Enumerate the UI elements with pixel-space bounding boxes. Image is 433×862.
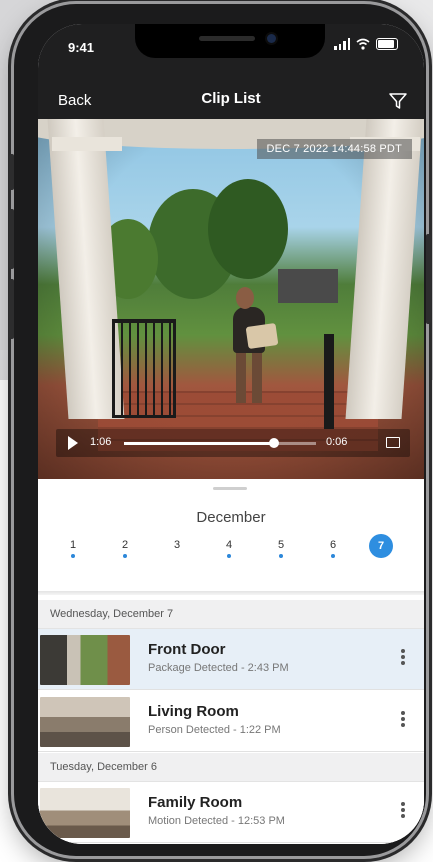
clip-row[interactable]: Front Door Package Detected - 2:43 PM	[38, 629, 424, 690]
filter-icon[interactable]	[388, 91, 408, 111]
clip-indicator-dot	[227, 554, 231, 558]
battery-icon	[376, 38, 398, 50]
day-number: 3	[173, 539, 181, 551]
divider	[38, 591, 424, 595]
phone-frame: 9:41 Back Clip List DEC 7 2022 14:44:58 …	[9, 4, 431, 856]
clip-subtitle: Motion Detected - 12:53 PM	[148, 815, 285, 827]
day-number: 4	[225, 539, 233, 551]
day-number: 6	[329, 539, 337, 551]
video-scene-person-legs	[236, 351, 262, 403]
clip-title: Family Room	[148, 794, 243, 811]
day-7[interactable]: 7	[366, 534, 396, 558]
clip-subtitle: Person Detected - 1:22 PM	[148, 724, 281, 736]
video-scene-pillar	[345, 119, 423, 419]
day-1[interactable]: 1	[58, 539, 88, 558]
clip-indicator-dot	[279, 554, 283, 558]
notch	[135, 24, 325, 58]
day-4[interactable]: 4	[214, 539, 244, 558]
page-title: Clip List	[201, 90, 261, 107]
day-2[interactable]: 2	[110, 539, 140, 558]
video-scene-pillar-cap	[52, 137, 122, 151]
day-number: 5	[277, 539, 285, 551]
playback-controls: 1:06 0:06	[56, 429, 410, 457]
clip-thumbnail[interactable]	[40, 697, 130, 747]
day-number: 7	[369, 534, 393, 558]
clip-subtitle: Package Detected - 2:43 PM	[148, 662, 289, 674]
signal-icon	[334, 38, 350, 50]
clip-row[interactable]: Living Room Person Detected - 1:22 PM	[38, 691, 424, 752]
clip-indicator-dot	[331, 554, 335, 558]
more-options-icon[interactable]	[400, 802, 406, 822]
video-timestamp: DEC 7 2022 14:44:58 PDT	[256, 139, 412, 159]
volume-up-button	[9, 209, 14, 269]
scrubber-progress	[124, 442, 274, 445]
more-options-icon[interactable]	[400, 649, 406, 669]
day-6[interactable]: 6	[318, 539, 348, 558]
status-icons	[334, 38, 398, 50]
current-time: 1:06	[90, 436, 112, 448]
day-3[interactable]: 3	[162, 539, 192, 551]
video-scene-railing-post	[324, 334, 334, 429]
volume-down-button	[9, 279, 14, 339]
video-scene-tree	[208, 179, 288, 279]
scrubber-track[interactable]	[124, 438, 316, 448]
clip-indicator-dot	[71, 554, 75, 558]
clip-sheet: December 1234567 Wednesday, December 7 Fr…	[38, 479, 424, 844]
month-label: December	[196, 509, 266, 526]
day-number: 2	[121, 539, 129, 551]
cast-icon[interactable]	[386, 437, 400, 448]
video-scene-person-head	[236, 287, 254, 309]
end-time: 0:06	[326, 436, 348, 448]
phone-screen: 9:41 Back Clip List DEC 7 2022 14:44:58 …	[38, 24, 424, 844]
date-section-header: Wednesday, December 7	[38, 600, 424, 629]
video-scene-package	[245, 323, 279, 349]
video-player[interactable]: DEC 7 2022 14:44:58 PDT 1:06 0:06	[38, 119, 424, 479]
wifi-icon	[356, 38, 370, 50]
mute-switch	[9, 154, 14, 190]
clip-row[interactable]: Family Room Motion Detected - 12:53 PM	[38, 782, 424, 843]
date-section-header: Tuesday, December 6	[38, 753, 424, 782]
day-number: 1	[69, 539, 77, 551]
power-button	[426, 234, 431, 324]
status-time: 9:41	[68, 40, 95, 55]
top-bar: 9:41 Back Clip List	[38, 24, 424, 119]
video-scene-railing	[112, 319, 176, 418]
more-options-icon[interactable]	[400, 711, 406, 731]
drag-handle[interactable]	[213, 487, 247, 490]
clip-thumbnail[interactable]	[40, 788, 130, 838]
clip-thumbnail[interactable]	[40, 635, 130, 685]
front-camera	[267, 34, 276, 43]
clip-title: Living Room	[148, 703, 239, 720]
day-strip: 1 2 3 4 5 6 7	[48, 534, 414, 575]
scrubber-thumb[interactable]	[268, 438, 279, 448]
video-scene-house	[278, 269, 338, 303]
day-5[interactable]: 5	[266, 539, 296, 558]
clip-indicator-dot	[123, 554, 127, 558]
speaker-grille	[199, 36, 255, 41]
play-icon[interactable]	[68, 436, 78, 450]
clip-title: Front Door	[148, 641, 226, 658]
